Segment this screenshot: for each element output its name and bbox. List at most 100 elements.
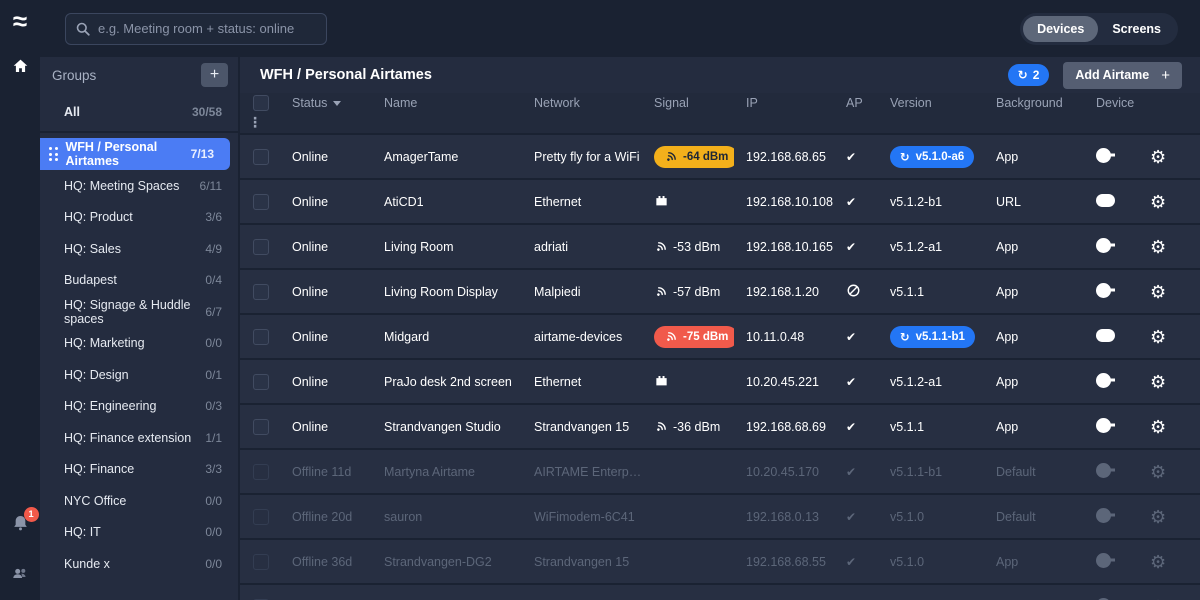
- group-item-hq-engineering[interactable]: HQ: Engineering0/3: [40, 391, 238, 423]
- group-item-all[interactable]: All30/58: [40, 93, 238, 133]
- wifi-icon: [664, 330, 678, 344]
- updates-available-badge[interactable]: ↻ 2: [1008, 64, 1050, 86]
- group-count: 3/6: [205, 210, 222, 224]
- airtame-logo-icon[interactable]: ≈: [13, 8, 27, 34]
- network-cell: Ethernet: [522, 195, 642, 209]
- table-row-living-room-display[interactable]: OnlineLiving Room DisplayMalpiedi-57 dBm…: [240, 270, 1200, 315]
- column-header-background[interactable]: Background: [984, 96, 1084, 110]
- column-header-name[interactable]: Name: [372, 96, 522, 110]
- row-checkbox[interactable]: [253, 194, 269, 210]
- device-name[interactable]: sauron: [372, 510, 522, 524]
- column-header-ip[interactable]: IP: [734, 96, 834, 110]
- group-item-hq-it[interactable]: HQ: IT0/0: [40, 517, 238, 549]
- settings-gear-icon[interactable]: ⚙: [1150, 148, 1166, 166]
- table-row[interactable]: ⚙: [240, 585, 1200, 600]
- device-name[interactable]: AtiCD1: [372, 195, 522, 209]
- table-row-amagertame[interactable]: OnlineAmagerTamePretty fly for a WiFi-64…: [240, 135, 1200, 180]
- team-icon[interactable]: [11, 565, 30, 586]
- settings-gear-icon[interactable]: ⚙: [1150, 283, 1166, 301]
- row-checkbox[interactable]: [253, 284, 269, 300]
- background-cell: App: [984, 150, 1084, 164]
- airtame-device-icon: [1096, 418, 1111, 433]
- group-item-wfh-personal-airtames[interactable]: WFH / Personal Airtames7/13: [40, 138, 230, 170]
- table-row-strandvangen-studio[interactable]: OnlineStrandvangen StudioStrandvangen 15…: [240, 405, 1200, 450]
- group-name: Kunde x: [64, 557, 110, 571]
- drag-handle-icon[interactable]: [49, 147, 58, 161]
- row-checkbox[interactable]: [253, 509, 269, 525]
- settings-gear-icon[interactable]: ⚙: [1150, 418, 1166, 436]
- version-update-badge[interactable]: ↻v5.1.1-b1: [890, 326, 975, 348]
- table-row-strandvangen-dg2[interactable]: Offline 36dStrandvangen-DG2Strandvangen …: [240, 540, 1200, 585]
- wifi-icon: [654, 285, 668, 299]
- group-item-nyc-office[interactable]: NYC Office0/0: [40, 485, 238, 517]
- search-input[interactable]: [65, 13, 327, 45]
- group-item-budapest[interactable]: Budapest0/4: [40, 265, 238, 297]
- home-icon[interactable]: [12, 58, 29, 79]
- network-cell: Strandvangen 15: [522, 555, 642, 569]
- row-checkbox[interactable]: [253, 554, 269, 570]
- device-name[interactable]: Strandvangen-DG2: [372, 555, 522, 569]
- column-header-device[interactable]: Device: [1084, 96, 1142, 110]
- table-row-martyna-airtame[interactable]: Offline 11dMartyna AirtameAIRTAME Enterp…: [240, 450, 1200, 495]
- column-header-ap[interactable]: AP: [834, 96, 878, 110]
- group-count: 0/0: [205, 557, 222, 571]
- add-airtame-button[interactable]: Add Airtame +: [1063, 62, 1182, 89]
- table-row-sauron[interactable]: Offline 20dsauronWiFimodem-6C41192.168.0…: [240, 495, 1200, 540]
- settings-gear-icon[interactable]: ⚙: [1150, 553, 1166, 571]
- group-item-hq-finance[interactable]: HQ: Finance3/3: [40, 454, 238, 486]
- group-item-hq-sales[interactable]: HQ: Sales4/9: [40, 233, 238, 265]
- group-item-hq-design[interactable]: HQ: Design0/1: [40, 359, 238, 391]
- groups-title: Groups: [52, 68, 96, 83]
- column-header-status[interactable]: Status: [280, 96, 372, 110]
- group-name: WFH / Personal Airtames: [66, 140, 191, 168]
- network-cell: Pretty fly for a WiFi: [522, 150, 642, 164]
- row-checkbox[interactable]: [253, 239, 269, 255]
- device-name[interactable]: Living Room Display: [372, 285, 522, 299]
- column-header-signal[interactable]: Signal: [642, 96, 734, 110]
- device-name[interactable]: PraJo desk 2nd screen: [372, 375, 522, 389]
- background-cell: App: [984, 285, 1084, 299]
- ip-cell: 10.20.45.221: [734, 375, 834, 389]
- settings-gear-icon[interactable]: ⚙: [1150, 238, 1166, 256]
- notifications-icon[interactable]: 1: [11, 514, 30, 537]
- update-icon: ↻: [1018, 68, 1028, 82]
- select-all-checkbox[interactable]: [253, 95, 269, 111]
- group-item-kunde-x[interactable]: Kunde x 0/0: [40, 548, 238, 580]
- plus-icon: +: [1161, 67, 1170, 84]
- row-checkbox[interactable]: [253, 149, 269, 165]
- device-name[interactable]: Strandvangen Studio: [372, 420, 522, 434]
- settings-gear-icon[interactable]: ⚙: [1150, 463, 1166, 481]
- device-name[interactable]: Living Room: [372, 240, 522, 254]
- group-item-hq-meeting-spaces[interactable]: HQ: Meeting Spaces6/11: [40, 170, 238, 202]
- add-group-button[interactable]: +: [201, 63, 228, 87]
- table-row-aticd1[interactable]: OnlineAtiCD1Ethernet192.168.10.108✔v5.1.…: [240, 180, 1200, 225]
- ip-cell: 192.168.68.69: [734, 420, 834, 434]
- group-item-hq-finance-extension[interactable]: HQ: Finance extension1/1: [40, 422, 238, 454]
- device-name[interactable]: Martyna Airtame: [372, 465, 522, 479]
- settings-gear-icon[interactable]: ⚙: [1150, 193, 1166, 211]
- toggle-screens[interactable]: Screens: [1098, 16, 1175, 42]
- column-header-network[interactable]: Network: [522, 96, 642, 110]
- kebab-menu-icon[interactable]: ⋮: [248, 114, 262, 130]
- table-row-living-room[interactable]: OnlineLiving Roomadriati-53 dBm192.168.1…: [240, 225, 1200, 270]
- group-item-hq-marketing[interactable]: HQ: Marketing0/0: [40, 328, 238, 360]
- check-icon: ✔: [846, 465, 856, 479]
- row-checkbox[interactable]: [253, 374, 269, 390]
- group-item-hq-product[interactable]: HQ: Product3/6: [40, 202, 238, 234]
- row-checkbox[interactable]: [253, 464, 269, 480]
- toggle-devices[interactable]: Devices: [1023, 16, 1098, 42]
- group-item-hq-signage-huddle-spaces[interactable]: HQ: Signage & Huddle spaces6/7: [40, 296, 238, 328]
- column-header-version[interactable]: Version: [878, 96, 984, 110]
- row-checkbox[interactable]: [253, 419, 269, 435]
- version-update-badge[interactable]: ↻v5.1.0-a6: [890, 146, 974, 168]
- row-checkbox[interactable]: [253, 329, 269, 345]
- ip-cell: 192.168.68.55: [734, 555, 834, 569]
- settings-gear-icon[interactable]: ⚙: [1150, 373, 1166, 391]
- table-row-prajo-desk-2nd-screen[interactable]: OnlinePraJo desk 2nd screenEthernet10.20…: [240, 360, 1200, 405]
- table-row-midgard[interactable]: OnlineMidgardairtame-devices-75 dBm10.11…: [240, 315, 1200, 360]
- device-name[interactable]: Midgard: [372, 330, 522, 344]
- settings-gear-icon[interactable]: ⚙: [1150, 328, 1166, 346]
- device-name[interactable]: AmagerTame: [372, 150, 522, 164]
- settings-gear-icon[interactable]: ⚙: [1150, 508, 1166, 526]
- status-cell: Online: [280, 420, 372, 434]
